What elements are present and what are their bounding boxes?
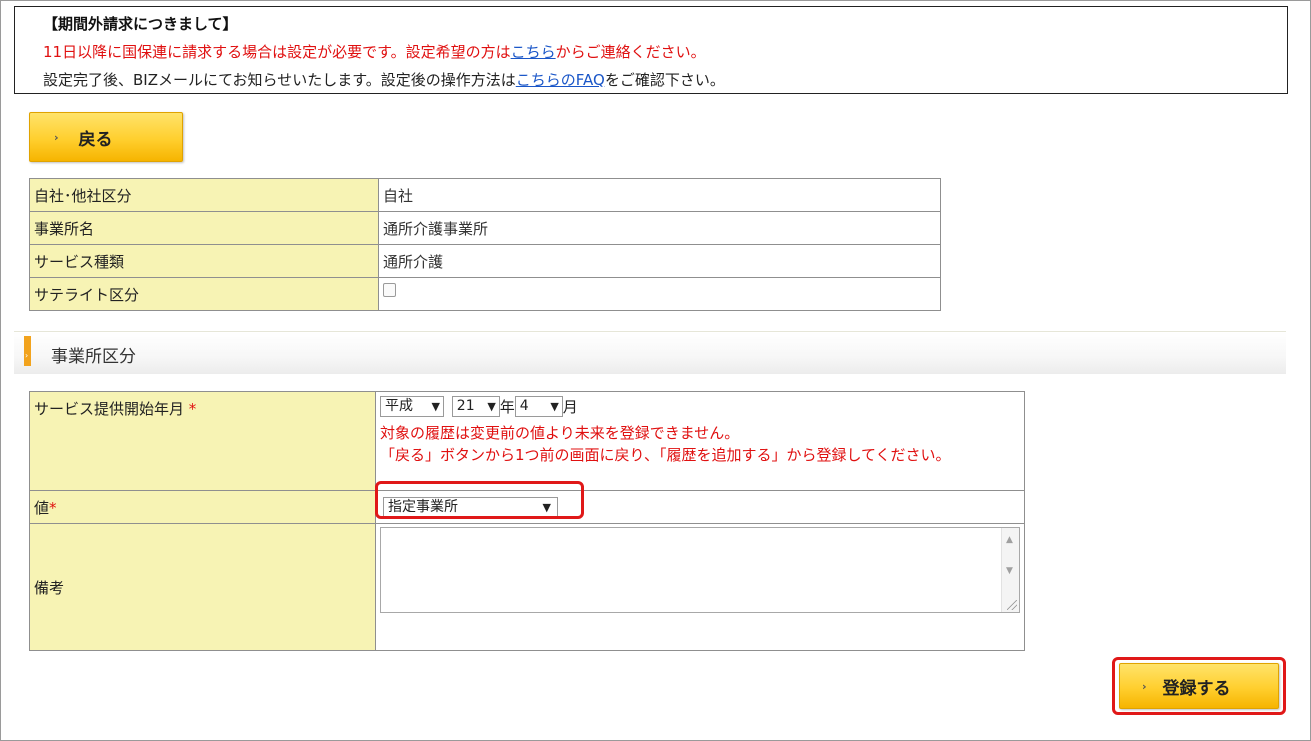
value-select[interactable]: 指定事業所 ▼: [383, 496, 558, 518]
remarks-label: 備考: [29, 523, 376, 651]
back-button-label: 戻る: [78, 129, 113, 150]
notice-text: 11日以降に国保連に請求する場合は設定が必要です。設定希望の方は: [43, 43, 511, 61]
notice-text: からご連絡ください。: [555, 43, 706, 61]
table-row: サテライト区分: [29, 277, 941, 311]
notice-line-faq: 設定完了後、BIZメールにてお知らせいたします。設定後の操作方法はこちらのFAQ…: [43, 69, 725, 90]
dropdown-arrow-icon: ▼: [487, 400, 496, 413]
year-unit: 年: [499, 398, 515, 416]
month-unit: 月: [562, 398, 578, 416]
resize-grip-icon[interactable]: [1007, 600, 1017, 610]
chevron-right-icon: ›: [54, 130, 59, 144]
satellite-checkbox[interactable]: [383, 282, 396, 297]
label-text: サービス提供開始年月: [34, 400, 185, 418]
row-value: 通所介護事業所: [378, 211, 941, 245]
back-button[interactable]: › 戻る: [29, 112, 183, 162]
scroll-down-icon[interactable]: ▼: [1006, 566, 1013, 576]
faq-link[interactable]: こちらのFAQ: [516, 71, 605, 89]
table-row: 自社･他社区分 自社: [29, 178, 941, 212]
row-label: サテライト区分: [29, 277, 379, 311]
form-row-value: 値* 指定事業所 ▼: [29, 490, 1025, 524]
month-select[interactable]: 4 ▼: [514, 396, 563, 417]
office-category-form: サービス提供開始年月 * 平成 ▼ 21 ▼ 年 4 ▼ 月 対象の履歴は変更前…: [29, 391, 1025, 651]
register-button[interactable]: › 登録する: [1119, 663, 1279, 709]
chevron-right-icon: ›: [1142, 679, 1147, 693]
value-label: 値*: [29, 490, 376, 524]
dropdown-arrow-icon: ▼: [542, 500, 551, 514]
start-date-label: サービス提供開始年月 *: [29, 391, 376, 491]
remarks-textarea[interactable]: ▲ ▼: [380, 527, 1020, 613]
notice-text: をご確認下さい。: [604, 71, 725, 89]
year-value: 21: [456, 398, 475, 414]
section-header: 事業所区分: [14, 331, 1286, 374]
contact-link[interactable]: こちら: [511, 43, 556, 61]
era-value: 平成: [385, 398, 413, 414]
office-info-table: 自社･他社区分 自社 事業所名 通所介護事業所 サービス種類 通所介護 サテライ…: [29, 178, 941, 311]
form-row-start-date: サービス提供開始年月 * 平成 ▼ 21 ▼ 年 4 ▼ 月 対象の履歴は変更前…: [29, 391, 1025, 491]
label-text: 値: [34, 498, 50, 517]
era-select[interactable]: 平成 ▼: [380, 396, 444, 417]
register-button-label: 登録する: [1162, 678, 1231, 699]
row-value: 通所介護: [378, 244, 941, 278]
error-message: 「戻る」ボタンから1つ前の画面に戻り、「履歴を追加する」から登録してください。: [380, 446, 951, 464]
dropdown-arrow-icon: ▼: [550, 400, 559, 413]
year-select[interactable]: 21 ▼: [451, 396, 500, 417]
value-cell: 指定事業所 ▼: [375, 490, 1025, 524]
required-mark: *: [49, 498, 57, 517]
row-label: サービス種類: [29, 244, 379, 278]
notice-text: 設定完了後、BIZメールにてお知らせいたします。設定後の操作方法は: [43, 71, 516, 89]
row-value: 自社: [378, 178, 941, 212]
remarks-cell: ▲ ▼: [375, 523, 1025, 651]
section-title: 事業所区分: [51, 347, 136, 367]
required-mark: *: [188, 400, 197, 418]
notice-line-contact: 11日以降に国保連に請求する場合は設定が必要です。設定希望の方はこちらからご連絡…: [43, 41, 706, 62]
table-row: 事業所名 通所介護事業所: [29, 211, 941, 245]
start-date-value: 平成 ▼ 21 ▼ 年 4 ▼ 月 対象の履歴は変更前の値より未来を登録できませ…: [375, 391, 1025, 491]
dropdown-arrow-icon: ▼: [431, 400, 440, 413]
table-row: サービス種類 通所介護: [29, 244, 941, 278]
notice-title: 【期間外請求につきまして】: [43, 15, 238, 33]
row-value: [378, 277, 941, 311]
row-label: 自社･他社区分: [29, 178, 379, 212]
notice-box: 【期間外請求につきまして】 11日以降に国保連に請求する場合は設定が必要です。設…: [14, 6, 1288, 94]
section-marker-icon: [24, 336, 31, 366]
value-selected: 指定事業所: [388, 498, 458, 515]
date-selects: 平成 ▼ 21 ▼ 年 4 ▼ 月: [380, 396, 1020, 417]
scroll-up-icon[interactable]: ▲: [1006, 535, 1013, 545]
row-label: 事業所名: [29, 211, 379, 245]
month-value: 4: [519, 398, 529, 414]
form-row-remarks: 備考 ▲ ▼: [29, 523, 1025, 651]
